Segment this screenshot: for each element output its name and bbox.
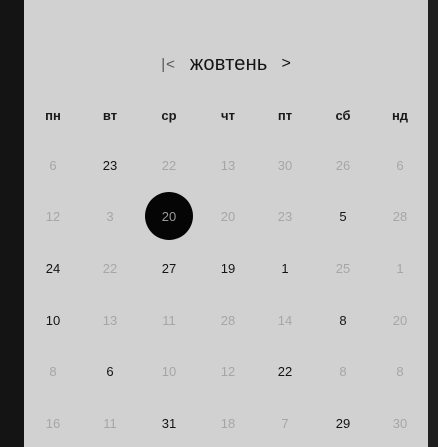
day-cell[interactable]: 27 — [145, 244, 193, 292]
day-cell[interactable]: 20 — [376, 296, 424, 344]
day-cell[interactable]: 11 — [145, 296, 193, 344]
day-grid: 6 23 22 13 30 26 6 12 3 20 20 23 5 28 24 22 27 19 1 25 1 10 13… — [24, 0, 428, 447]
day-cell[interactable]: 1 — [261, 244, 309, 292]
day-cell[interactable]: 19 — [204, 244, 252, 292]
day-cell[interactable]: 8 — [29, 347, 77, 395]
day-cell[interactable]: 26 — [319, 141, 367, 189]
day-cell[interactable]: 7 — [261, 399, 309, 447]
day-cell[interactable]: 31 — [145, 399, 193, 447]
day-cell[interactable]: 14 — [261, 296, 309, 344]
day-cell[interactable]: 11 — [86, 399, 134, 447]
day-cell[interactable]: 8 — [376, 347, 424, 395]
day-cell[interactable]: 18 — [204, 399, 252, 447]
day-cell[interactable]: 20 — [204, 192, 252, 240]
day-cell[interactable]: 29 — [319, 399, 367, 447]
calendar-panel: |< жовтень > пн вт ср чт пт сб нд 6 23 22 1… — [24, 0, 428, 447]
day-cell[interactable]: 22 — [145, 141, 193, 189]
day-cell[interactable]: 24 — [29, 244, 77, 292]
day-cell[interactable]: 3 — [86, 192, 134, 240]
selected-day[interactable]: 20 — [145, 192, 193, 240]
day-cell[interactable]: 16 — [29, 399, 77, 447]
day-cell[interactable]: 25 — [319, 244, 367, 292]
day-cell[interactable]: 30 — [376, 399, 424, 447]
day-cell[interactable]: 12 — [29, 192, 77, 240]
day-cell[interactable]: 28 — [376, 192, 424, 240]
day-cell[interactable]: 30 — [261, 141, 309, 189]
day-cell[interactable]: 23 — [261, 192, 309, 240]
day-cell[interactable]: 23 — [86, 141, 134, 189]
day-cell[interactable]: 6 — [376, 141, 424, 189]
day-cell[interactable]: 10 — [145, 347, 193, 395]
day-cell[interactable]: 8 — [319, 347, 367, 395]
day-cell[interactable]: 6 — [86, 347, 134, 395]
day-cell[interactable]: 12 — [204, 347, 252, 395]
day-cell[interactable]: 10 — [29, 296, 77, 344]
day-cell[interactable]: 22 — [261, 347, 309, 395]
day-cell[interactable]: 28 — [204, 296, 252, 344]
day-cell[interactable]: 22 — [86, 244, 134, 292]
day-cell[interactable]: 5 — [319, 192, 367, 240]
window-edge — [428, 0, 438, 447]
day-cell[interactable]: 13 — [204, 141, 252, 189]
day-cell[interactable]: 1 — [376, 244, 424, 292]
day-cell[interactable]: 6 — [29, 141, 77, 189]
day-cell[interactable]: 8 — [319, 296, 367, 344]
day-cell[interactable]: 13 — [86, 296, 134, 344]
